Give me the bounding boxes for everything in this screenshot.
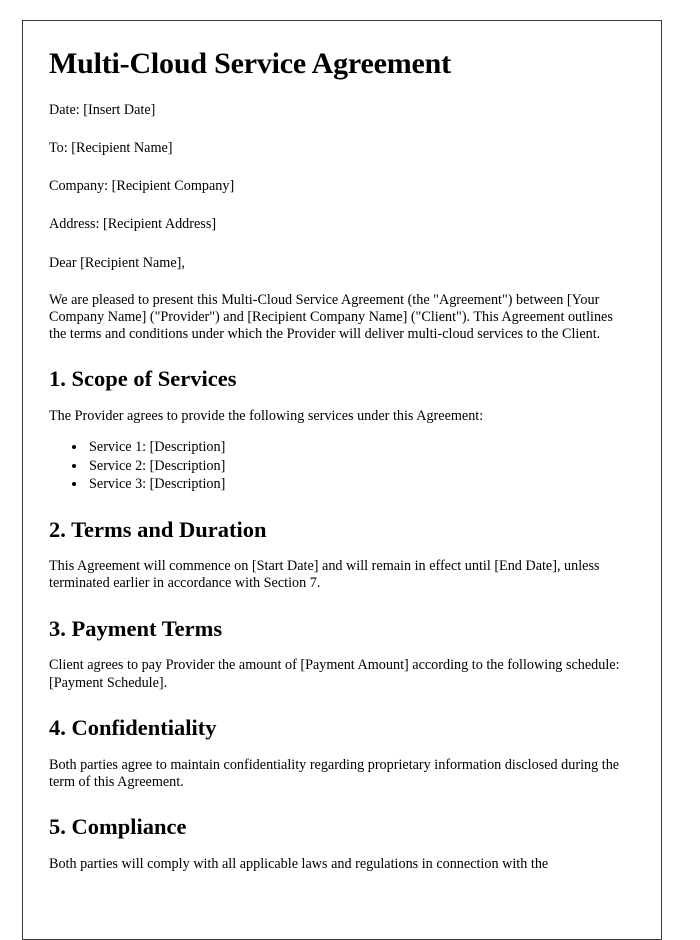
section-paragraph: Both parties agree to maintain confident… (49, 756, 620, 790)
section-heading: 1. Scope of Services (49, 366, 237, 392)
section-compliance: 5. Compliance Both parties will comply w… (49, 814, 631, 873)
section-paragraph: The Provider agrees to provide the follo… (49, 408, 484, 425)
section-heading: 5. Compliance (49, 814, 187, 839)
section-confidentiality: 4. Confidentiality Both parties agree to… (49, 714, 631, 791)
section-heading: 4. Confidentiality (49, 714, 217, 740)
section-paragraph: This Agreement will commence on [Start D… (49, 558, 600, 592)
section-heading: 2. Terms and Duration (49, 516, 267, 542)
list-item: Service 2: [Description] (87, 457, 631, 475)
service-list: Service 1: [Description] Service 2: [Des… (49, 438, 631, 493)
meta-recipient-company: Company: [Recipient Company] (49, 177, 235, 194)
section-payment-terms: 3. Payment Terms Client agrees to pay Pr… (49, 615, 631, 692)
meta-recipient-address: Address: [Recipient Address] (49, 215, 217, 232)
meta-recipient-name: To: [Recipient Name] (49, 139, 173, 156)
section-paragraph: Both parties will comply with all applic… (49, 855, 549, 872)
section-scope-of-services: 1. Scope of Services The Provider agrees… (49, 367, 631, 493)
section-heading: 3. Payment Terms (49, 615, 223, 641)
document-body: Multi-Cloud Service Agreement Date: [Ins… (23, 21, 661, 873)
list-item: Service 3: [Description] (87, 475, 631, 493)
list-item: Service 1: [Description] (87, 438, 631, 456)
section-terms-and-duration: 2. Terms and Duration This Agreement wil… (49, 516, 631, 593)
page-title: Multi-Cloud Service Agreement (49, 47, 451, 80)
meta-date: Date: [Insert Date] (49, 101, 156, 118)
section-paragraph: Client agrees to pay Provider the amount… (49, 657, 620, 691)
salutation: Dear [Recipient Name], (49, 254, 185, 271)
intro-paragraph: We are pleased to present this Multi-Clo… (49, 291, 613, 343)
document-page: Multi-Cloud Service Agreement Date: [Ins… (22, 20, 662, 940)
